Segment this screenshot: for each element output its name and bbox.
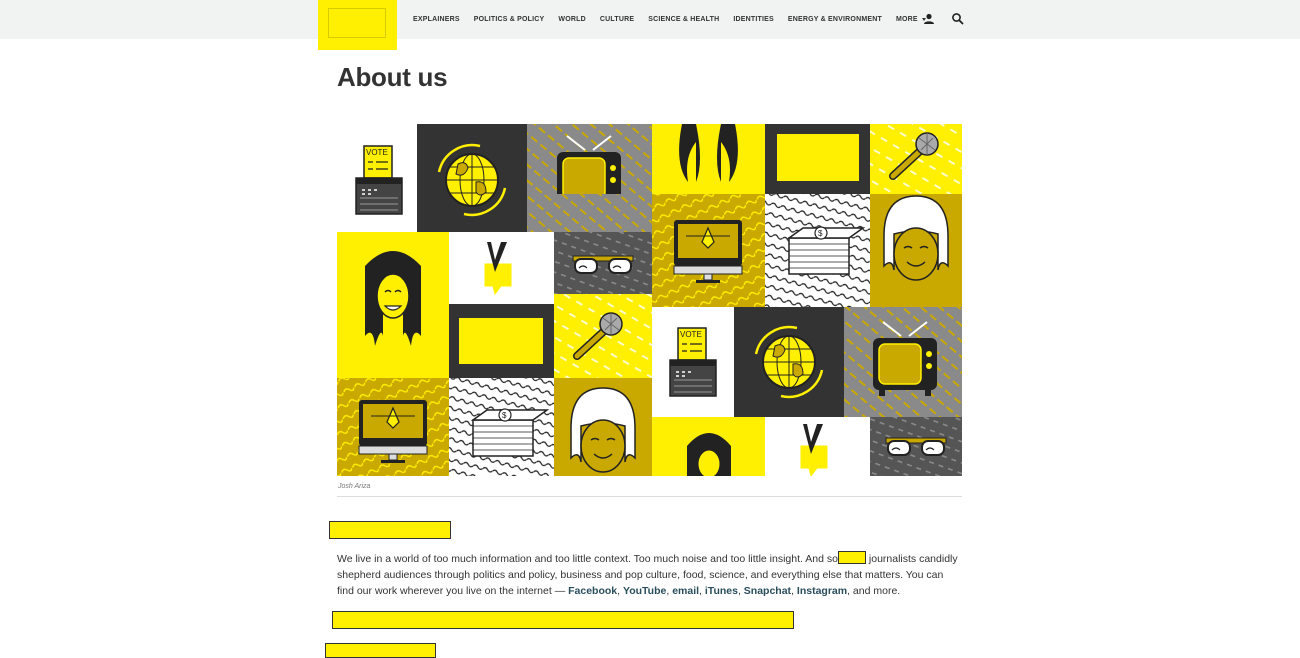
intro-closing: , and more. xyxy=(847,585,901,597)
nav-item-identities[interactable]: IDENTITIES xyxy=(733,16,774,23)
redacted-text-block xyxy=(332,611,794,629)
email-link[interactable]: email xyxy=(672,585,699,597)
redacted-heading xyxy=(325,643,436,658)
hero-tile xyxy=(527,194,652,232)
nav-item-culture[interactable]: CULTURE xyxy=(600,16,634,23)
top-navigation-bar: EXPLAINERS POLITICS & POLICY WORLD CULTU… xyxy=(0,0,1300,39)
nav-item-politics-policy[interactable]: POLITICS & POLICY xyxy=(474,16,545,23)
page-title: About us xyxy=(337,62,448,92)
nav-item-world[interactable]: WORLD xyxy=(558,16,585,23)
search-icon[interactable] xyxy=(950,11,966,27)
nav-item-explainers[interactable]: EXPLAINERS xyxy=(413,16,460,23)
facebook-link[interactable]: Facebook xyxy=(568,585,617,597)
user-icon[interactable] xyxy=(921,11,937,27)
main-nav: EXPLAINERS POLITICS & POLICY WORLD CULTU… xyxy=(406,0,933,39)
yellow-panel xyxy=(777,134,859,181)
instagram-link[interactable]: Instagram xyxy=(797,585,847,597)
nav-item-energy-environment[interactable]: ENERGY & ENVIRONMENT xyxy=(788,16,882,23)
intro-text-1: We live in a world of too much informati… xyxy=(337,553,838,565)
hero-illustration: VOTE xyxy=(337,124,962,479)
image-credit: Josh Ariza xyxy=(338,483,371,490)
divider xyxy=(337,496,962,497)
desktop-monitor-icon xyxy=(358,399,428,464)
yellow-panel xyxy=(459,318,543,364)
nav-item-science-health[interactable]: SCIENCE & HEALTH xyxy=(648,16,719,23)
logo-placeholder xyxy=(328,8,386,38)
hero-tile xyxy=(554,232,652,294)
desktop-monitor-icon xyxy=(673,219,743,284)
site-logo-redacted[interactable] xyxy=(318,0,397,50)
woman-face-illustration xyxy=(570,387,636,473)
hero-tile xyxy=(870,417,962,476)
woman-face-illustration xyxy=(883,195,949,281)
youtube-link[interactable]: YouTube xyxy=(623,585,666,597)
redacted-brand-name xyxy=(837,551,866,564)
intro-paragraph: We live in a world of too much informati… xyxy=(337,551,962,599)
itunes-link[interactable]: iTunes xyxy=(705,585,738,597)
hero-tile xyxy=(652,124,765,194)
nav-more-label: MORE xyxy=(895,16,918,23)
snapchat-link[interactable]: Snapchat xyxy=(744,585,791,597)
redacted-heading xyxy=(329,521,451,539)
